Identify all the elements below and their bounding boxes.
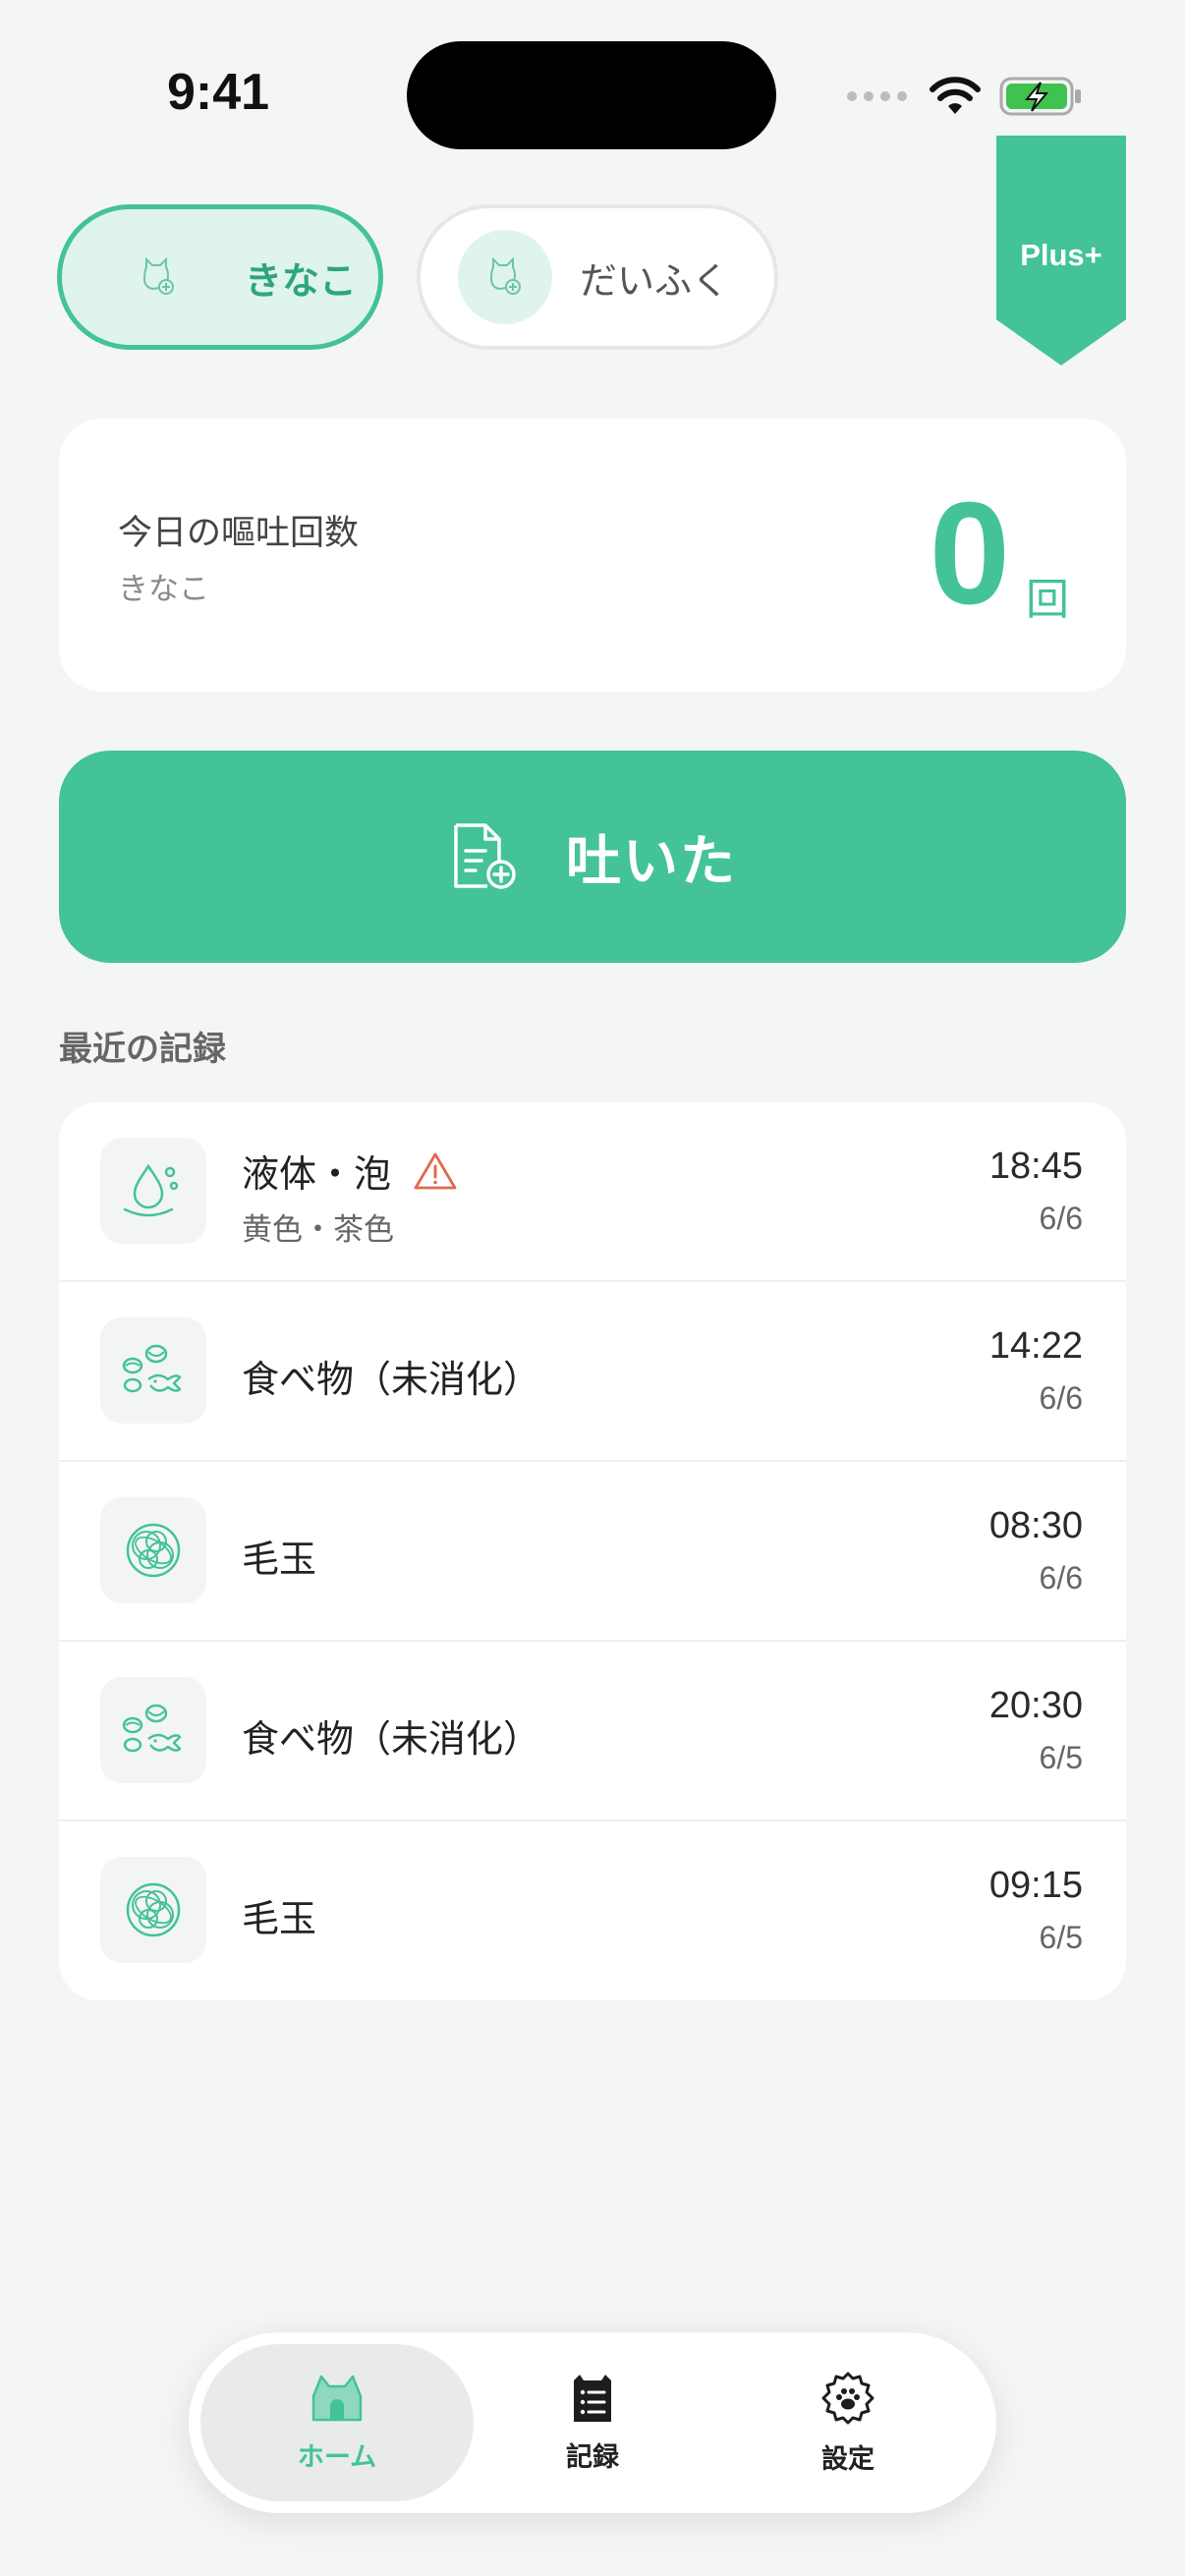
cat-avatar [458, 230, 552, 324]
record-time: 20:30 [988, 1685, 1083, 1726]
record-type-label: 食べ物（未消化） [242, 1717, 541, 1761]
record-date: 6/6 [1039, 1560, 1083, 1596]
record-time: 09:15 [988, 1865, 1083, 1906]
cat-plus-icon [142, 257, 174, 295]
today-count-cat-name: きなこ [118, 572, 209, 607]
tab-home[interactable]: ホーム [200, 2344, 474, 2501]
cat-house-icon [311, 2375, 363, 2421]
record-date: 6/6 [1039, 1380, 1083, 1416]
droplet-icon [123, 1163, 179, 1217]
food-icon [122, 1344, 182, 1393]
record-type-icon [100, 1317, 206, 1424]
cat-chip-kinako[interactable]: きなこ [57, 204, 383, 350]
tab-settings[interactable]: 設定 [711, 2344, 985, 2501]
record-time: 08:30 [988, 1505, 1083, 1546]
dynamic-island [407, 41, 776, 149]
warning-icon [414, 1152, 457, 1189]
cat-plus-icon [489, 257, 521, 295]
signal-dots-icon [847, 91, 907, 101]
record-detail: 黄色・茶色 [242, 1212, 394, 1248]
hairball-icon [126, 1523, 181, 1578]
record-row[interactable]: 毛玉 08:30 6/6 [59, 1462, 1126, 1642]
record-time: 18:45 [988, 1146, 1083, 1187]
record-type-label: 毛玉 [242, 1538, 317, 1581]
cat-avatar [111, 230, 205, 324]
record-type-icon [100, 1677, 206, 1783]
record-vomit-label: 吐いた [566, 829, 737, 894]
record-time: 14:22 [988, 1325, 1083, 1367]
record-row[interactable]: 毛玉 09:15 6/5 [59, 1821, 1126, 2000]
today-count-value: 0 [929, 473, 1010, 635]
wifi-icon [930, 77, 981, 114]
recent-records-title: 最近の記録 [59, 1030, 226, 1069]
record-type-label: 液体・泡 [242, 1152, 392, 1196]
plus-upgrade-badge[interactable]: Plus+ [996, 136, 1126, 365]
paw-gear-icon [821, 2372, 875, 2424]
record-date: 6/5 [1039, 1740, 1083, 1775]
today-count-card: 今日の嘔吐回数 きなこ 0 回 [59, 419, 1126, 692]
record-type-icon [100, 1857, 206, 1963]
tab-bar: ホーム 記録 設定 [189, 2332, 996, 2513]
record-type-icon [100, 1138, 206, 1244]
record-date: 6/5 [1039, 1920, 1083, 1955]
record-type-label: 食べ物（未消化） [242, 1358, 541, 1401]
record-row[interactable]: 食べ物（未消化） 14:22 6/6 [59, 1282, 1126, 1462]
record-row[interactable]: 食べ物（未消化） 20:30 6/5 [59, 1642, 1126, 1821]
tab-settings-label: 設定 [821, 2443, 875, 2475]
battery-charging-icon [999, 77, 1081, 116]
today-count-title: 今日の嘔吐回数 [118, 514, 360, 553]
tab-records[interactable]: 記録 [456, 2344, 729, 2501]
status-time: 9:41 [167, 64, 270, 121]
notebook-icon [574, 2374, 611, 2422]
cat-chip-label: きなこ [245, 258, 358, 303]
cat-chip-label: だいふく [580, 258, 730, 303]
record-date: 6/6 [1039, 1201, 1083, 1236]
record-vomit-button[interactable]: 吐いた [59, 751, 1126, 963]
record-type-icon [100, 1497, 206, 1603]
recent-records-list: 液体・泡 黄色・茶色 18:45 6/6 食べ物（未消化） 14:22 6/6 … [59, 1102, 1126, 2000]
document-add-icon [454, 823, 516, 889]
status-icons [847, 69, 1084, 124]
tab-home-label: ホーム [297, 2441, 377, 2473]
tab-records-label: 記録 [566, 2441, 619, 2473]
record-row[interactable]: 液体・泡 黄色・茶色 18:45 6/6 [59, 1102, 1126, 1282]
hairball-icon [126, 1882, 181, 1937]
cat-chip-daifuku[interactable]: だいふく [417, 204, 778, 350]
record-type-label: 毛玉 [242, 1897, 317, 1940]
plus-badge-label: Plus+ [1020, 238, 1102, 272]
home-screen: 9:41 きなこ だいふく Plus+ 今日の嘔吐回数 きなこ 0 回 吐いた … [0, 0, 1185, 2576]
today-count-unit: 回 [1026, 575, 1069, 625]
food-icon [122, 1704, 182, 1753]
